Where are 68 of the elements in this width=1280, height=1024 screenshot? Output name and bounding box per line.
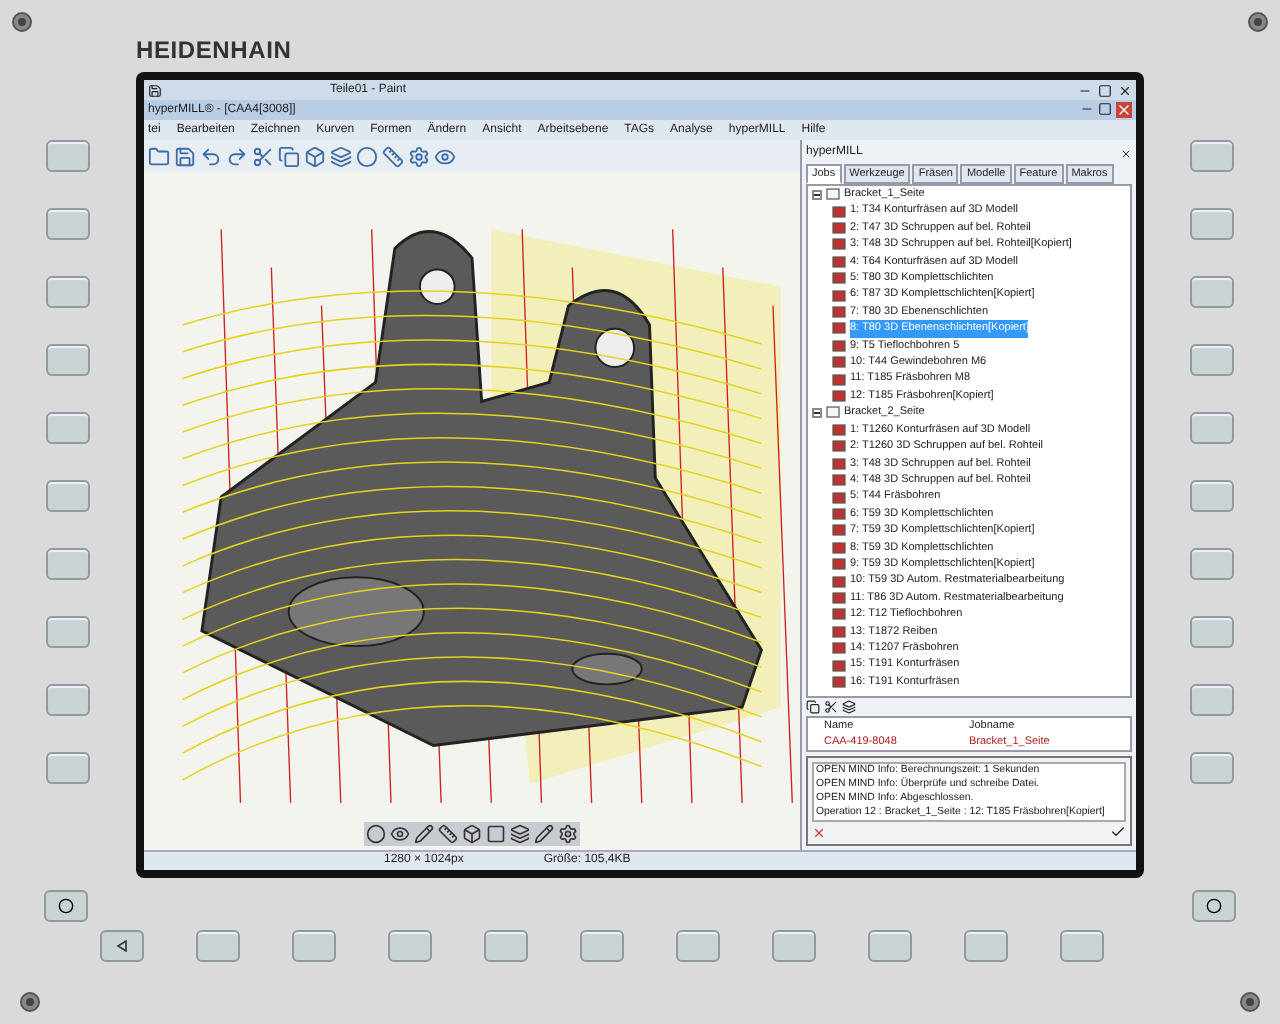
hardware-key[interactable] <box>1190 480 1234 512</box>
hardware-key[interactable] <box>1190 140 1234 172</box>
pencil-icon[interactable] <box>414 824 434 844</box>
hardware-key[interactable] <box>46 412 90 444</box>
copy-icon[interactable] <box>806 700 820 714</box>
hardware-key[interactable] <box>46 752 90 784</box>
collapse-icon[interactable] <box>812 189 822 200</box>
triangle-left-icon <box>116 940 128 952</box>
eye-icon[interactable] <box>390 824 410 844</box>
collapse-icon[interactable] <box>812 407 822 418</box>
hardware-key[interactable] <box>964 930 1008 962</box>
hardware-key[interactable] <box>46 480 90 512</box>
circle-icon[interactable] <box>356 145 378 167</box>
back-key[interactable] <box>100 930 144 962</box>
save-icon[interactable] <box>148 83 162 97</box>
hardware-key[interactable] <box>46 344 90 376</box>
layers-icon[interactable] <box>842 700 856 714</box>
brand-logo: HEIDENHAIN <box>136 34 292 68</box>
hardware-key[interactable] <box>1190 276 1234 308</box>
screw-icon <box>20 992 40 1012</box>
hardware-key[interactable] <box>484 930 528 962</box>
screw-icon <box>12 12 32 32</box>
stop-icon[interactable] <box>812 825 826 839</box>
cube-icon[interactable] <box>462 824 482 844</box>
hardware-key[interactable] <box>868 930 912 962</box>
cube-icon[interactable] <box>304 145 326 167</box>
hardware-key[interactable] <box>46 208 90 240</box>
hardware-key[interactable] <box>676 930 720 962</box>
undo-icon[interactable] <box>200 145 222 167</box>
square-icon[interactable] <box>486 824 506 844</box>
close-icon[interactable] <box>1118 83 1132 97</box>
hardware-key[interactable] <box>388 930 432 962</box>
close-icon[interactable] <box>1120 147 1132 159</box>
hardware-key[interactable] <box>46 684 90 716</box>
rotate-key[interactable] <box>1192 890 1236 922</box>
close-button[interactable] <box>1116 102 1132 118</box>
eye-icon[interactable] <box>434 145 456 167</box>
hardware-key[interactable] <box>46 276 90 308</box>
folder-icon[interactable] <box>148 145 170 167</box>
pencil-icon[interactable] <box>534 824 554 844</box>
hardware-key[interactable] <box>1190 616 1234 648</box>
hardware-key[interactable] <box>580 930 624 962</box>
hardware-key[interactable] <box>1190 684 1234 716</box>
screw-icon <box>1240 992 1260 1012</box>
folder-icon <box>826 406 840 419</box>
hardware-key[interactable] <box>1190 752 1234 784</box>
confirm-icon[interactable] <box>1110 824 1126 840</box>
ruler-icon[interactable] <box>438 824 458 844</box>
hardware-key[interactable] <box>1060 930 1104 962</box>
screw-icon <box>1248 12 1268 32</box>
hardware-key[interactable] <box>1190 344 1234 376</box>
hardware-key[interactable] <box>292 930 336 962</box>
layers-icon[interactable] <box>510 824 530 844</box>
hardware-key[interactable] <box>1190 548 1234 580</box>
settings-icon[interactable] <box>558 824 578 844</box>
hardware-key[interactable] <box>46 616 90 648</box>
hardware-key[interactable] <box>46 548 90 580</box>
hardware-key[interactable] <box>1190 412 1234 444</box>
rotate-key[interactable] <box>44 890 88 922</box>
hardware-key[interactable] <box>772 930 816 962</box>
circle-icon[interactable] <box>366 824 386 844</box>
scissors-icon[interactable] <box>824 700 838 714</box>
settings-icon[interactable] <box>408 145 430 167</box>
hardware-key[interactable] <box>46 140 90 172</box>
redo-icon[interactable] <box>226 145 248 167</box>
ruler-icon[interactable] <box>382 145 404 167</box>
hardware-key[interactable] <box>196 930 240 962</box>
hardware-key[interactable] <box>1190 208 1234 240</box>
